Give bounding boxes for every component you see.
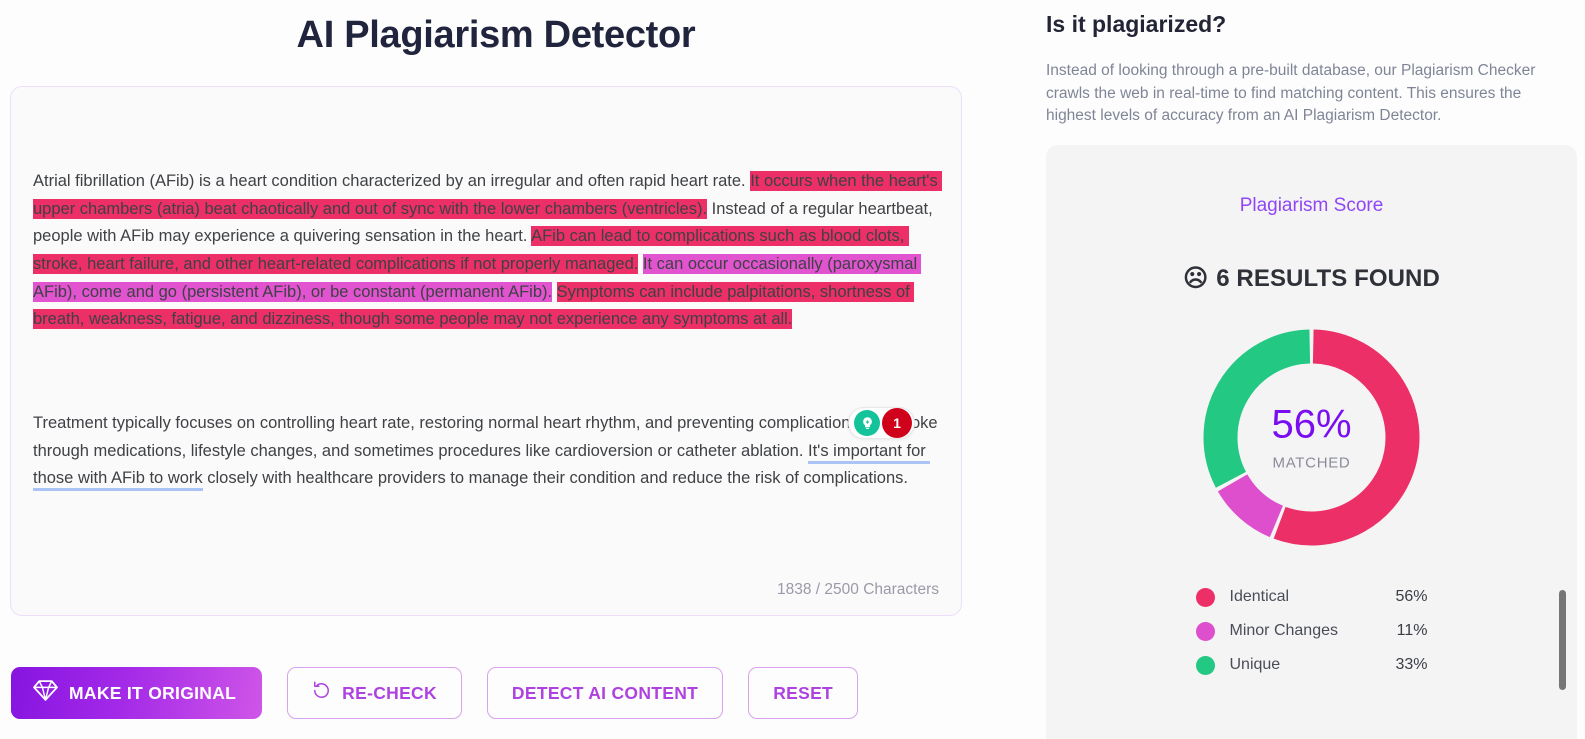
plagiarism-score-card: Plagiarism Score ☹ 6 RESULTS FOUND 56% M… — [1046, 145, 1577, 739]
re-check-label: RE-CHECK — [342, 682, 437, 703]
legend-label: Unique — [1229, 656, 1281, 673]
make-it-original-label: MAKE IT ORIGINAL — [69, 682, 237, 703]
results-found-heading: ☹ 6 RESULTS FOUND — [1046, 265, 1577, 293]
donut-sublabel: MATCHED — [1272, 454, 1351, 471]
action-button-row: MAKE IT ORIGINAL RE-CHECK DETECT AI CONT… — [11, 667, 859, 719]
refresh-icon — [312, 681, 331, 705]
text-editor[interactable]: Atrial fibrillation (AFib) is a heart co… — [10, 86, 962, 616]
legend-item: Unique 33% — [1195, 648, 1428, 682]
re-check-button[interactable]: RE-CHECK — [287, 667, 462, 719]
character-counter: 1838 / 2500 Characters — [777, 581, 939, 598]
reset-button[interactable]: RESET — [748, 667, 859, 719]
suggestion-count-badge[interactable]: 1 — [882, 408, 912, 438]
results-sidebar: Is it plagiarized? Instead of looking th… — [1012, 0, 1585, 739]
make-it-original-button[interactable]: MAKE IT ORIGINAL — [11, 667, 263, 719]
plagiarism-score-label: Plagiarism Score — [1239, 195, 1384, 216]
detect-ai-content-label: DETECT AI CONTENT — [511, 682, 699, 703]
legend-value: 56% — [1395, 588, 1428, 605]
legend-label: Minor Changes — [1229, 622, 1339, 639]
page-title: AI Plagiarism Detector — [296, 14, 696, 56]
sidebar-description: Instead of looking through a pre-built d… — [1046, 62, 1536, 124]
reset-label: RESET — [773, 682, 834, 703]
lightbulb-icon — [854, 410, 880, 436]
legend-label: Identical — [1229, 588, 1290, 605]
editor-paragraph-2: Treatment typically focuses on controlli… — [33, 410, 939, 493]
legend-value: 11% — [1396, 622, 1428, 639]
sidebar-title: Is it plagiarized? — [1046, 11, 1227, 37]
editor-column: AI Plagiarism Detector Atrial fibrillati… — [0, 0, 1012, 739]
donut-percent: 56% — [1271, 402, 1352, 446]
editor-paragraph-1: Atrial fibrillation (AFib) is a heart co… — [33, 168, 943, 334]
detect-ai-content-button[interactable]: DETECT AI CONTENT — [486, 667, 724, 719]
vertical-scrollbar[interactable] — [1559, 590, 1566, 690]
legend-color-dot — [1195, 655, 1215, 675]
legend-item: Identical 56% — [1195, 580, 1428, 614]
legend-item: Minor Changes 11% — [1195, 614, 1428, 648]
text-segment-plain — [552, 283, 557, 301]
sad-face-icon: ☹ — [1183, 265, 1209, 292]
legend-color-dot — [1195, 587, 1215, 607]
chart-legend: Identical 56% Minor Changes 11% Unique 33% — [1195, 580, 1428, 682]
app-root: AI Plagiarism Detector Atrial fibrillati… — [0, 0, 1585, 739]
donut-slice — [1217, 473, 1284, 538]
text-segment-plain: Atrial fibrillation (AFib) is a heart co… — [33, 172, 751, 191]
legend-color-dot — [1195, 621, 1215, 641]
text-segment-plain: closely with healthcare providers to man… — [202, 469, 908, 488]
diamond-icon — [33, 680, 58, 706]
plagiarism-donut-chart: 56% MATCHED — [1195, 321, 1428, 554]
results-found-text: 6 RESULTS FOUND — [1216, 265, 1440, 292]
text-segment-plain: Treatment typically focuses on controlli… — [33, 413, 943, 460]
donut-center-label: 56% MATCHED — [1271, 404, 1351, 471]
legend-value: 33% — [1395, 656, 1428, 673]
editor-content[interactable]: Atrial fibrillation (AFib) is a heart co… — [33, 113, 943, 569]
grammar-assistant-widget[interactable]: 1 — [848, 407, 915, 439]
